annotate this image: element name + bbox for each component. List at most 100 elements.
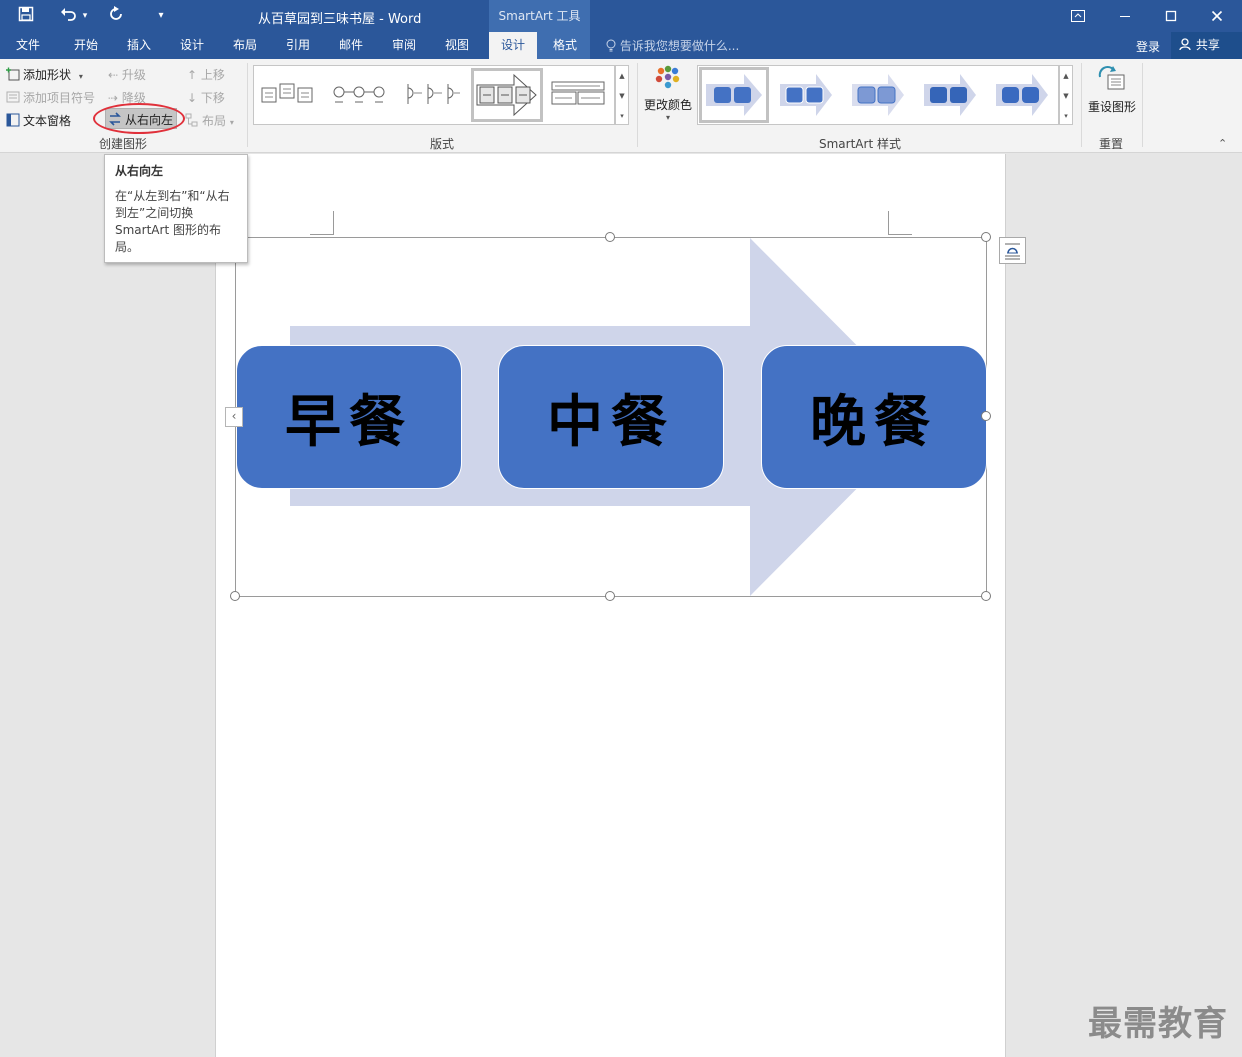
move-up-label: 上移	[200, 68, 225, 82]
add-shape-icon	[6, 67, 20, 81]
tab-mailings[interactable]: 邮件	[331, 32, 371, 59]
chevron-left-icon: ‹	[231, 409, 237, 423]
title-bar: ▾ ▾ 从百草园到三味书屋 - Word SmartArt 工具	[0, 0, 1242, 32]
add-bullet-icon	[6, 90, 20, 104]
share-button[interactable]: 共享	[1171, 32, 1242, 59]
arrow-right-icon: ⇢	[108, 91, 119, 105]
layout-option-3[interactable]	[404, 80, 462, 111]
smartart-node[interactable]: 晚餐	[761, 345, 987, 489]
resize-handle[interactable]	[981, 591, 991, 601]
change-colors-label: 更改颜色	[643, 98, 692, 112]
move-up-button[interactable]: ↑ 上移	[187, 66, 225, 83]
styles-gallery	[697, 65, 1059, 125]
add-shape-label: 添加形状	[23, 68, 72, 82]
group-separator	[637, 63, 638, 147]
text-pane-icon	[6, 113, 20, 127]
layout-option-selected[interactable]	[471, 68, 543, 122]
reset-group-label: 重置	[1099, 137, 1124, 151]
tab-design[interactable]: 设计	[172, 32, 212, 59]
ribbon-display-options-icon[interactable]	[1055, 0, 1101, 32]
layout-label: 布局	[202, 114, 227, 128]
arrow-up-icon: ↑	[187, 68, 198, 82]
styles-group-label: SmartArt 样式	[819, 137, 901, 151]
watermark: 最需教育	[1088, 1004, 1228, 1044]
tell-me-search[interactable]: 告诉我您想要做什么...	[606, 37, 739, 54]
add-shape-button[interactable]: 添加形状 ▾	[6, 66, 83, 83]
scroll-down-icon[interactable]: ▼	[616, 86, 628, 106]
crop-mark	[888, 211, 912, 235]
layout-option-1[interactable]	[260, 80, 316, 113]
scroll-up-icon[interactable]: ▲	[616, 66, 628, 86]
layout-option-5[interactable]	[550, 78, 608, 113]
add-bullet-button[interactable]: 添加项目符号	[6, 89, 95, 106]
customize-qat-icon[interactable]: ▾	[150, 6, 172, 26]
save-icon[interactable]	[15, 6, 37, 26]
crop-mark	[310, 211, 334, 235]
tab-references[interactable]: 引用	[278, 32, 318, 59]
wrap-text-icon	[1000, 243, 1025, 266]
styles-scroll[interactable]: ▲ ▼ ▾	[1059, 65, 1073, 125]
ribbon: 添加形状 ▾ 添加项目符号 文本窗格 ⇠ 升级 ⇢ 降级 从右向左 ↑ 上移 ↓…	[0, 59, 1242, 153]
undo-icon[interactable]	[58, 6, 80, 26]
document-title: 从百草园到三味书屋 - Word	[258, 12, 422, 27]
resize-handle[interactable]	[981, 232, 991, 242]
gallery-more-icon[interactable]: ▾	[616, 106, 628, 126]
share-label: 共享	[1195, 38, 1220, 52]
org-chart-icon	[185, 113, 199, 127]
smartart-node[interactable]: 早餐	[236, 345, 462, 489]
tooltip-title: 从右向左	[115, 164, 164, 178]
reset-graphic-button[interactable]: 重设图形	[1086, 65, 1138, 115]
style-option-3[interactable]	[848, 70, 908, 123]
tab-review[interactable]: 审阅	[384, 32, 424, 59]
change-colors-button[interactable]: 更改颜色 ▾	[643, 65, 693, 122]
resize-handle[interactable]	[230, 591, 240, 601]
tab-home[interactable]: 开始	[66, 32, 106, 59]
resize-handle[interactable]	[605, 591, 615, 601]
tab-file[interactable]: 文件	[8, 32, 48, 59]
text-pane-toggle[interactable]: ‹	[225, 407, 243, 427]
text-pane-button[interactable]: 文本窗格	[6, 112, 71, 129]
close-icon[interactable]	[1194, 0, 1240, 32]
undo-dropdown-icon[interactable]: ▾	[79, 6, 91, 26]
reset-graphic-label: 重设图形	[1087, 100, 1136, 114]
tab-smartart-format[interactable]: 格式	[541, 32, 589, 59]
group-separator	[247, 63, 248, 147]
move-down-button[interactable]: ↓ 下移	[187, 89, 225, 106]
change-colors-dropdown-icon: ▾	[665, 113, 670, 122]
group-separator	[1142, 63, 1143, 147]
style-option-4[interactable]	[920, 70, 980, 123]
move-down-label: 下移	[200, 91, 225, 105]
resize-handle[interactable]	[605, 232, 615, 242]
promote-button[interactable]: ⇠ 升级	[108, 66, 146, 83]
smartart-node[interactable]: 中餐	[498, 345, 724, 489]
tab-smartart-design[interactable]: 设计	[489, 32, 537, 59]
scroll-up-icon[interactable]: ▲	[1060, 66, 1072, 86]
redo-icon[interactable]	[105, 6, 127, 26]
maximize-icon[interactable]	[1148, 0, 1194, 32]
ribbon-tab-row: 文件 开始 插入 设计 布局 引用 邮件 审阅 视图 设计 格式 告诉我您想要做…	[0, 32, 1242, 59]
tab-view[interactable]: 视图	[437, 32, 477, 59]
smartart-tools-label: SmartArt 工具	[489, 0, 590, 32]
palette-icon	[653, 65, 683, 96]
tab-insert[interactable]: 插入	[119, 32, 159, 59]
arrow-down-icon: ↓	[187, 91, 198, 105]
gallery-more-icon[interactable]: ▾	[1060, 106, 1072, 126]
collapse-ribbon-icon[interactable]: ⌃	[1218, 137, 1227, 150]
login-link[interactable]: 登录	[1136, 38, 1160, 55]
style-option-5[interactable]	[992, 70, 1052, 123]
layout-options-button[interactable]	[999, 237, 1026, 264]
tell-me-text: 告诉我您想要做什么...	[619, 39, 740, 53]
layout-button[interactable]: 布局 ▾	[185, 112, 234, 129]
layouts-gallery	[253, 65, 615, 125]
layouts-group-label: 版式	[430, 137, 455, 151]
lightbulb-icon	[606, 39, 620, 53]
resize-handle[interactable]	[981, 411, 991, 421]
style-option-2[interactable]	[776, 70, 836, 123]
group-separator	[1081, 63, 1082, 147]
minimize-icon[interactable]	[1102, 0, 1148, 32]
scroll-down-icon[interactable]: ▼	[1060, 86, 1072, 106]
layout-option-2[interactable]	[332, 82, 390, 109]
tab-layout[interactable]: 布局	[225, 32, 265, 59]
style-option-selected[interactable]	[699, 67, 769, 123]
layouts-scroll[interactable]: ▲ ▼ ▾	[615, 65, 629, 125]
